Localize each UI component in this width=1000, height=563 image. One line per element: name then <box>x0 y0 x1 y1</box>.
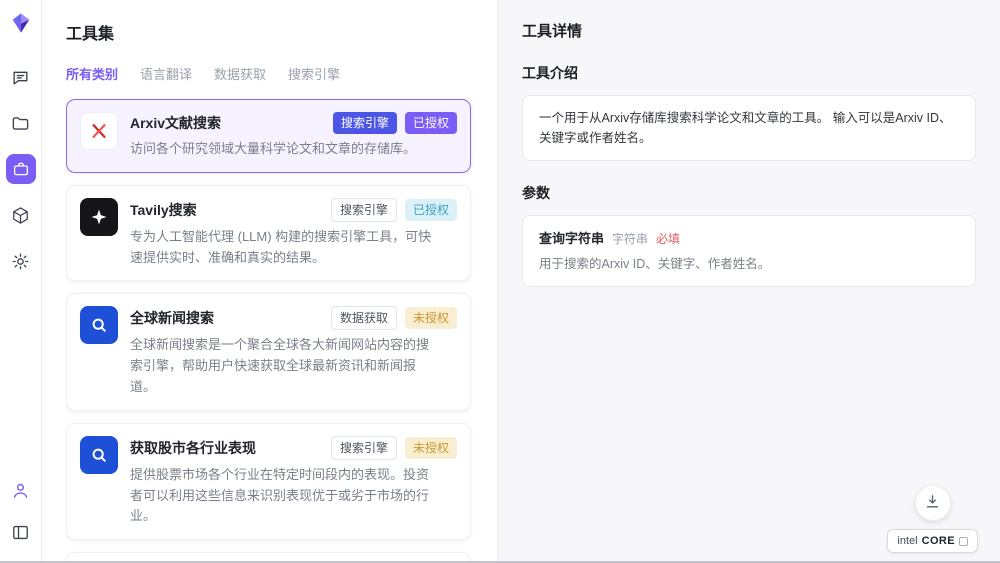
tool-description: 提供股票市场各个行业在特定时间段内的表现。投资者可以利用这些信息来识别表现优于或… <box>130 465 435 527</box>
cube-icon <box>11 206 30 225</box>
app-window: 工具集 所有类别 语言翻译 数据获取 搜索引擎 Arxiv文献搜索 搜索引擎 已… <box>0 0 1000 563</box>
download-button[interactable] <box>915 485 951 521</box>
tab-search-engine[interactable]: 搜索引擎 <box>288 64 340 83</box>
tab-data-fetch[interactable]: 数据获取 <box>214 64 266 83</box>
sidebar-item-chat[interactable] <box>6 62 36 92</box>
page-title: 工具集 <box>66 20 473 44</box>
user-icon <box>11 481 30 500</box>
intel-chip-mark <box>959 537 968 546</box>
floating-actions: intel CORE <box>887 485 978 553</box>
sidebar-item-files[interactable] <box>6 108 36 138</box>
tool-name: Arxiv文献搜索 <box>130 113 325 133</box>
intel-core-badge: intel CORE <box>887 529 978 553</box>
param-type: 字符串 <box>612 230 648 247</box>
tab-language-translation[interactable]: 语言翻译 <box>140 64 192 83</box>
tool-card-body: 全球新闻搜索 数据获取 未授权 全球新闻搜索是一个聚合全球各大新闻网站内容的搜索… <box>130 306 457 397</box>
stock-sector-icon <box>80 436 118 474</box>
intel-logo-text: intel <box>897 535 917 547</box>
category-badge: 数据获取 <box>331 306 397 330</box>
tool-card-arxiv[interactable]: Arxiv文献搜索 搜索引擎 已授权 访问各个研究领域大量科学论文和文章的存储库… <box>66 99 471 173</box>
briefcase-icon <box>12 160 30 178</box>
app-logo <box>10 12 32 34</box>
tavily-icon <box>80 198 118 236</box>
tool-list: Arxiv文献搜索 搜索引擎 已授权 访问各个研究领域大量科学论文和文章的存储库… <box>66 97 473 561</box>
param-description: 用于搜索的Arxiv ID、关键字、作者姓名。 <box>539 255 959 274</box>
tool-card-body: Arxiv文献搜索 搜索引擎 已授权 访问各个研究领域大量科学论文和文章的存储库… <box>130 112 457 160</box>
tool-card-tavily[interactable]: Tavily搜索 搜索引擎 已授权 专为人工智能代理 (LLM) 构建的搜索引擎… <box>66 185 471 282</box>
tool-name: 获取股市各行业表现 <box>130 438 323 458</box>
news-search-icon <box>80 306 118 344</box>
sidebar-item-collapse[interactable] <box>6 517 36 547</box>
tool-description: 访问各个研究领域大量科学论文和文章的存储库。 <box>130 139 435 160</box>
tool-description: 专为人工智能代理 (LLM) 构建的搜索引擎工具，可快速提供实时、准确和真实的结… <box>130 227 435 269</box>
tool-card-body: 获取股市各行业表现 搜索引擎 未授权 提供股票市场各个行业在特定时间段内的表现。… <box>130 436 457 527</box>
tool-card-global-news[interactable]: 全球新闻搜索 数据获取 未授权 全球新闻搜索是一个聚合全球各大新闻网站内容的搜索… <box>66 293 471 410</box>
sidebar-item-settings[interactable] <box>6 246 36 276</box>
param-required-badge: 必填 <box>656 230 680 247</box>
sidebar-item-models[interactable] <box>6 200 36 230</box>
tool-name: Tavily搜索 <box>130 200 323 220</box>
params-heading: 参数 <box>522 183 976 203</box>
auth-badge: 已授权 <box>405 199 457 221</box>
category-badge: 搜索引擎 <box>331 198 397 222</box>
auth-badge: 已授权 <box>405 112 457 134</box>
sidebar <box>0 0 42 561</box>
tool-detail-panel: 工具详情 工具介绍 一个用于从Arxiv存储库搜索科学论文和文章的工具。 输入可… <box>498 0 1000 561</box>
intro-text: 一个用于从Arxiv存储库搜索科学论文和文章的工具。 输入可以是Arxiv ID… <box>539 108 959 148</box>
folder-icon <box>11 114 30 133</box>
panel-layout-icon <box>11 523 30 542</box>
tool-name: 全球新闻搜索 <box>130 308 323 328</box>
sidebar-item-tools[interactable] <box>6 154 36 184</box>
tool-card-stock-sectors[interactable]: 获取股市各行业表现 搜索引擎 未授权 提供股票市场各个行业在特定时间段内的表现。… <box>66 423 471 540</box>
auth-badge: 未授权 <box>405 307 457 329</box>
sidebar-item-profile[interactable] <box>6 475 36 505</box>
intro-heading: 工具介绍 <box>522 63 976 83</box>
auth-badge: 未授权 <box>405 437 457 459</box>
gear-icon <box>11 252 30 271</box>
arxiv-icon <box>80 112 118 150</box>
tool-card-active-stocks[interactable]: 获取市场最活跃股票信息 搜索引擎 未授权 提供当天交易量最高的股票列表，投资者可… <box>66 552 471 561</box>
download-icon <box>924 493 941 513</box>
sidebar-nav <box>6 62 36 276</box>
tool-description: 全球新闻搜索是一个聚合全球各大新闻网站内容的搜索引擎，帮助用户快速获取全球最新资… <box>130 335 435 397</box>
category-tabs: 所有类别 语言翻译 数据获取 搜索引擎 <box>66 64 473 83</box>
chat-icon <box>11 68 30 87</box>
tool-card-body: Tavily搜索 搜索引擎 已授权 专为人工智能代理 (LLM) 构建的搜索引擎… <box>130 198 457 269</box>
intro-card: 一个用于从Arxiv存储库搜索科学论文和文章的工具。 输入可以是Arxiv ID… <box>522 95 976 161</box>
category-badge: 搜索引擎 <box>333 112 397 134</box>
param-card: 查询字符串 字符串 必填 用于搜索的Arxiv ID、关键字、作者姓名。 <box>522 215 976 287</box>
detail-title: 工具详情 <box>522 20 976 41</box>
sidebar-bottom <box>6 475 36 547</box>
tab-all-categories[interactable]: 所有类别 <box>66 64 118 83</box>
category-badge: 搜索引擎 <box>331 436 397 460</box>
param-name: 查询字符串 <box>539 228 604 247</box>
intel-core-text: CORE <box>922 535 955 547</box>
tool-list-panel: 工具集 所有类别 语言翻译 数据获取 搜索引擎 Arxiv文献搜索 搜索引擎 已… <box>42 0 498 561</box>
